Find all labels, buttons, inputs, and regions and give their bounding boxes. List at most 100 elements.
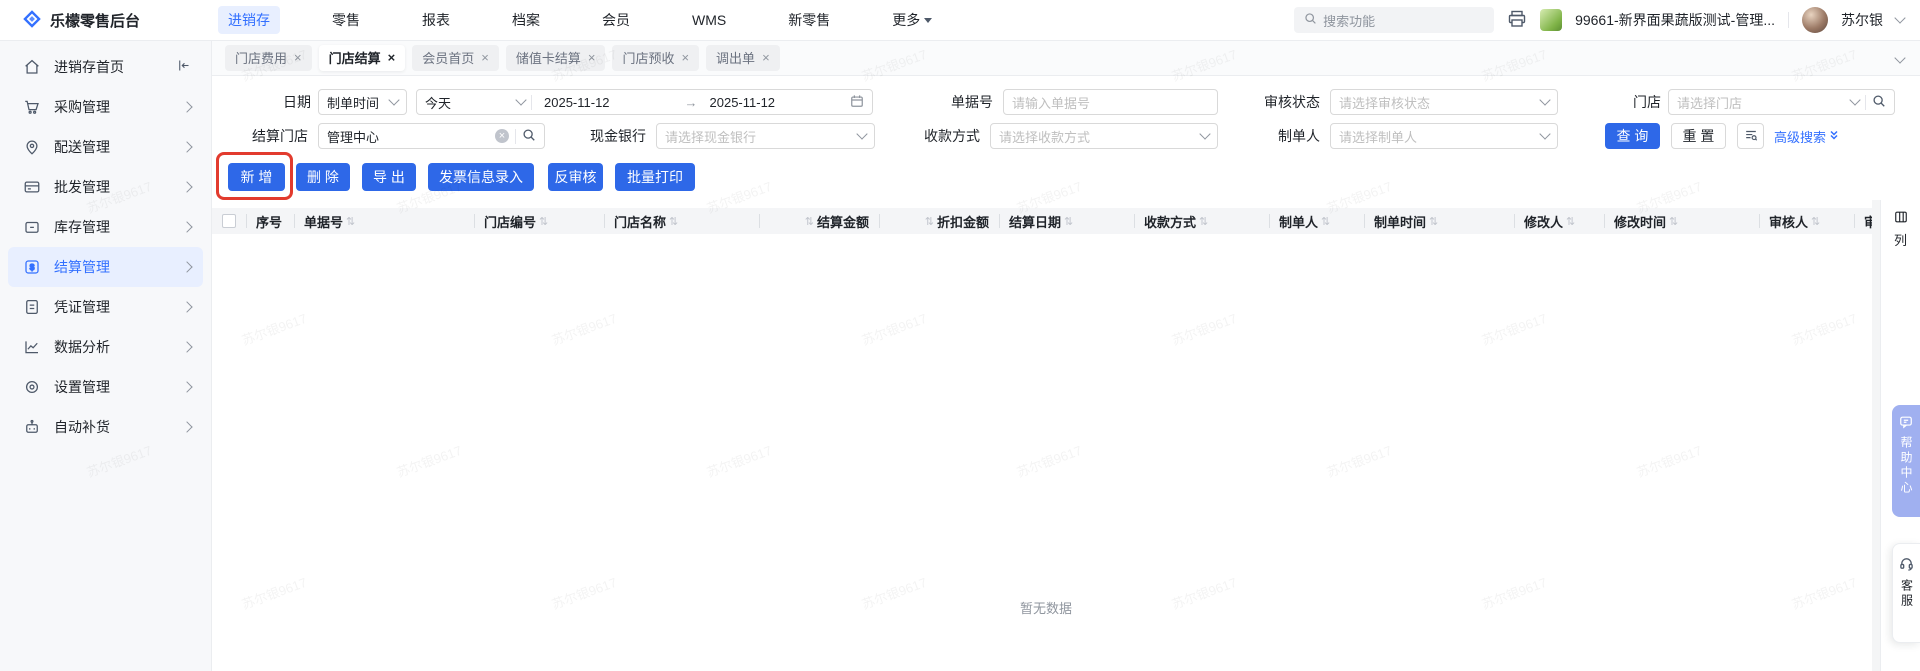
column-header-order-no[interactable]: 单据号 ⇅	[294, 208, 474, 234]
tab-stored-card-settlement[interactable]: 储值卡结算 ×	[505, 44, 606, 71]
sort-icon[interactable]: ⇅	[1199, 215, 1208, 228]
column-header-store-code[interactable]: 门店编号 ⇅	[474, 208, 604, 234]
collapse-sidebar-icon[interactable]	[176, 58, 191, 76]
tab-close-icon[interactable]: ×	[762, 51, 770, 64]
add-button[interactable]: 新 增	[228, 163, 285, 191]
advanced-search-link[interactable]: 高级搜索	[1774, 123, 1839, 149]
column-header-maker[interactable]: 制单人 ⇅	[1269, 208, 1364, 234]
sort-icon[interactable]: ⇅	[1669, 215, 1678, 228]
menu-item-member[interactable]: 会员	[592, 6, 640, 34]
column-header-make-time[interactable]: 制单时间 ⇅	[1364, 208, 1514, 234]
divider	[1788, 12, 1789, 28]
column-header-modifier[interactable]: 修改人 ⇅	[1514, 208, 1604, 234]
order-no-input[interactable]: 请输入单据号	[1003, 89, 1218, 115]
sort-icon[interactable]: ⇅	[925, 215, 934, 228]
tab-close-icon[interactable]: ×	[481, 51, 489, 64]
settle-store-search-icon[interactable]	[522, 128, 536, 145]
column-header-discount-amount[interactable]: ⇅ 折扣金额	[879, 208, 999, 234]
reset-button[interactable]: 重 置	[1671, 123, 1726, 149]
sort-icon[interactable]: ⇅	[1811, 215, 1820, 228]
sort-icon[interactable]: ⇅	[1429, 215, 1438, 228]
query-button[interactable]: 查 询	[1605, 123, 1660, 149]
tab-transfer-out[interactable]: 调出单 ×	[706, 44, 780, 71]
invoice-entry-button[interactable]: 发票信息录入	[428, 163, 534, 191]
batch-print-button[interactable]: 批量打印	[615, 163, 695, 191]
menu-item-new-retail[interactable]: 新零售	[778, 6, 840, 34]
sidebar-item-inventory[interactable]: 库存管理	[8, 207, 203, 247]
sidebar-item-settings[interactable]: 设置管理	[8, 367, 203, 407]
sidebar-item-delivery[interactable]: 配送管理	[8, 127, 203, 167]
global-search-input[interactable]: 搜索功能	[1294, 7, 1495, 33]
audit-status-select[interactable]: 请选择审核状态	[1330, 89, 1558, 115]
store-select[interactable]: 请选择门店	[1668, 89, 1895, 115]
help-center-tab[interactable]: 帮助中心	[1892, 405, 1920, 517]
user-name[interactable]: 苏尔银	[1841, 10, 1883, 30]
column-header-auditor[interactable]: 审核人 ⇅	[1759, 208, 1854, 234]
tab-member-home[interactable]: 会员首页 ×	[412, 44, 499, 71]
column-config-button[interactable]: 列	[1881, 200, 1920, 249]
sort-icon[interactable]: ⇅	[805, 215, 814, 228]
maker-select[interactable]: 请选择制单人	[1330, 123, 1558, 149]
column-header-settle-amount[interactable]: ⇅ 结算金额	[759, 208, 879, 234]
settings-icon	[22, 377, 42, 397]
date-from-value[interactable]: 2025-11-12	[538, 95, 679, 110]
menu-item-report[interactable]: 报表	[412, 6, 460, 34]
sidebar-item-home[interactable]: 进销存首页	[8, 47, 203, 87]
pay-method-select[interactable]: 请选择收款方式	[990, 123, 1218, 149]
vertical-scrollbar[interactable]	[1872, 200, 1880, 671]
date-range-picker[interactable]: 今天 2025-11-12 → 2025-11-12	[416, 89, 873, 115]
sort-icon[interactable]: ⇅	[539, 215, 548, 228]
export-button[interactable]: 导 出	[362, 163, 416, 191]
filter-scheme-button[interactable]	[1737, 123, 1764, 149]
date-type-select[interactable]: 制单时间	[318, 89, 407, 115]
user-avatar[interactable]	[1802, 7, 1828, 33]
store-thumbnail	[1540, 9, 1563, 31]
sidebar-item-analytics[interactable]: 数据分析	[8, 327, 203, 367]
date-to-value[interactable]: 2025-11-12	[704, 95, 845, 110]
tab-list-chevron-icon[interactable]	[1894, 52, 1906, 64]
chevron-down-icon	[388, 94, 400, 106]
sidebar-item-wholesale[interactable]: 批发管理	[8, 167, 203, 207]
sidebar-item-auto-replenish[interactable]: 自动补货	[8, 407, 203, 447]
menu-item-purchase-sale-stock[interactable]: 进销存	[218, 6, 280, 34]
sort-icon[interactable]: ⇅	[669, 215, 678, 228]
column-header-pay-method[interactable]: 收款方式 ⇅	[1134, 208, 1269, 234]
column-header-modify-time[interactable]: 修改时间 ⇅	[1604, 208, 1759, 234]
sidebar-item-settlement[interactable]: $ 结算管理	[8, 247, 203, 287]
settle-store-input[interactable]: 管理中心 ×	[318, 123, 545, 149]
sort-icon[interactable]: ⇅	[1566, 215, 1575, 228]
menu-item-wms[interactable]: WMS	[682, 8, 736, 32]
app-title: 乐檬零售后台	[50, 12, 141, 30]
customer-service-tab[interactable]: 客服	[1892, 543, 1920, 643]
menu-item-retail[interactable]: 零售	[322, 6, 370, 34]
delete-button[interactable]: 删 除	[296, 163, 350, 191]
menu-item-archive[interactable]: 档案	[502, 6, 550, 34]
tab-close-icon[interactable]: ×	[388, 51, 396, 64]
printer-icon[interactable]	[1507, 9, 1527, 32]
tab-close-icon[interactable]: ×	[681, 51, 689, 64]
sidebar-item-voucher[interactable]: 凭证管理	[8, 287, 203, 327]
tab-store-precollect[interactable]: 门店预收 ×	[612, 44, 700, 71]
divider	[531, 94, 532, 110]
clear-icon[interactable]: ×	[495, 129, 509, 143]
calendar-icon[interactable]	[850, 94, 864, 111]
chevron-down-icon[interactable]	[1894, 12, 1906, 24]
sort-icon[interactable]: ⇅	[1064, 215, 1073, 228]
table-header: 序号 单据号 ⇅ 门店编号 ⇅ 门店名称 ⇅ ⇅ 结算金额 ⇅ 折扣金额 结算日期 ⇅ 收款…	[212, 208, 1880, 234]
tab-close-icon[interactable]: ×	[588, 51, 596, 64]
column-header-store-name[interactable]: 门店名称 ⇅	[604, 208, 759, 234]
cash-bank-select[interactable]: 请选择现金银行	[656, 123, 875, 149]
menu-item-more[interactable]: 更多	[882, 6, 942, 34]
unaudit-button[interactable]: 反审核	[548, 163, 603, 191]
tab-close-icon[interactable]: ×	[294, 51, 302, 64]
column-header-settle-date[interactable]: 结算日期 ⇅	[999, 208, 1134, 234]
sidebar-item-procurement[interactable]: 采购管理	[8, 87, 203, 127]
tab-store-expense[interactable]: 门店费用 ×	[225, 44, 312, 71]
sort-icon[interactable]: ⇅	[1321, 215, 1330, 228]
select-all-checkbox[interactable]	[212, 208, 246, 234]
sort-icon[interactable]: ⇅	[346, 215, 355, 228]
empty-state-text: 暂无数据	[1019, 601, 1072, 616]
chevron-right-icon	[181, 141, 193, 153]
tab-store-settlement[interactable]: 门店结算 ×	[318, 44, 406, 71]
store-search-icon[interactable]	[1872, 94, 1886, 111]
